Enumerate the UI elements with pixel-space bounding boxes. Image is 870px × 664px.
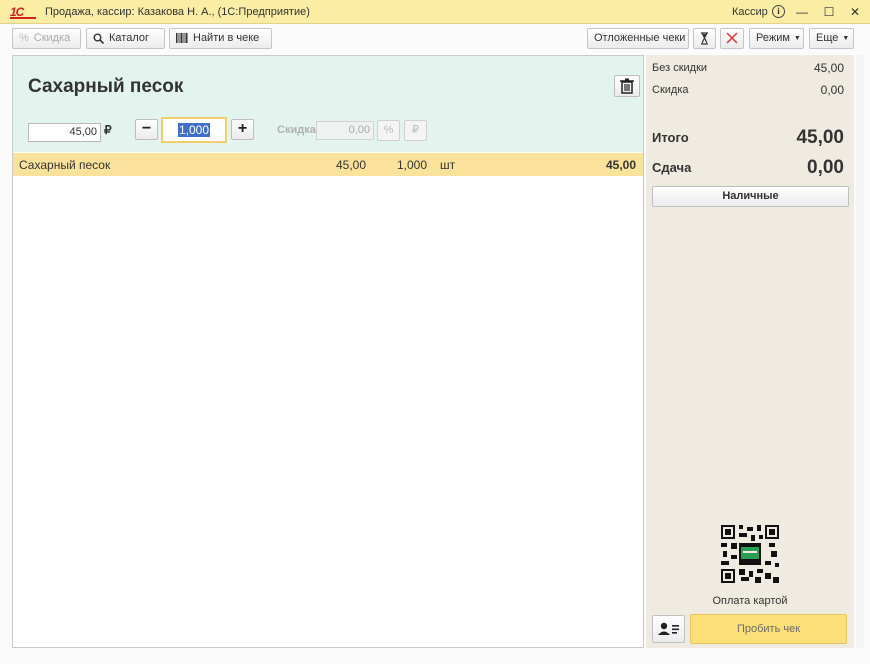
row-item-qty: 1,000 bbox=[397, 158, 428, 172]
mode-label: Режим bbox=[756, 32, 790, 44]
window-title: Продажа, кассир: Казакова Н. А., (1С:Пре… bbox=[45, 6, 310, 18]
print-receipt-button[interactable]: Пробить чек bbox=[690, 614, 847, 644]
total-value: 45,00 bbox=[796, 127, 844, 148]
app-logo: 1С bbox=[10, 5, 38, 19]
receipt-area: Сахарный песок 45,00 ₽ − 1,000 + Скидка … bbox=[12, 55, 644, 648]
customer-card-icon bbox=[653, 622, 684, 645]
chevron-down-icon: ▼ bbox=[842, 35, 850, 42]
price-input[interactable]: 45,00 bbox=[28, 123, 101, 142]
product-title: Сахарный песок bbox=[28, 76, 184, 97]
increase-quantity-button[interactable]: + bbox=[231, 119, 254, 140]
total-label: Итого bbox=[652, 130, 689, 145]
product-editor: Сахарный песок 45,00 ₽ − 1,000 + Скидка … bbox=[13, 56, 643, 152]
cancel-receipt-button[interactable] bbox=[720, 28, 744, 49]
catalog-button[interactable]: Каталог bbox=[86, 28, 165, 49]
change-value: 0,00 bbox=[807, 157, 844, 178]
user-role: Кассир bbox=[732, 6, 768, 18]
maximize-button[interactable]: ☐ bbox=[821, 4, 837, 20]
currency-icon: ₽ bbox=[104, 123, 112, 137]
chevron-down-icon: ▼ bbox=[793, 35, 801, 42]
amount-discount-button[interactable]: ₽ bbox=[404, 120, 427, 141]
qr-code-icon[interactable] bbox=[721, 525, 779, 583]
summary-panel: Без скидки 45,00 Скидка 0,00 Итого 45,00… bbox=[646, 55, 854, 648]
minimize-button[interactable]: — bbox=[794, 4, 810, 20]
more-label: Еще bbox=[816, 32, 839, 44]
summary-discount-value: 0,00 bbox=[820, 83, 844, 97]
row-item-price: 45,00 bbox=[336, 158, 367, 172]
more-menu-button[interactable]: Еще ▼ bbox=[809, 28, 854, 49]
find-in-receipt-label: Найти в чеке bbox=[193, 32, 260, 44]
info-icon[interactable]: i bbox=[772, 5, 785, 18]
summary-discount-label: Скидка bbox=[652, 84, 689, 96]
toolbar: % Скидка Каталог Найти в чеке Отложенные … bbox=[0, 24, 870, 54]
percent-discount-button[interactable]: % bbox=[377, 120, 400, 141]
customer-button[interactable] bbox=[652, 615, 685, 643]
hourglass-button[interactable] bbox=[693, 28, 716, 49]
close-icon bbox=[721, 32, 743, 51]
deferred-receipts-button[interactable]: Отложенные чеки bbox=[587, 28, 689, 49]
percent-icon: % bbox=[19, 32, 29, 44]
delete-item-button[interactable] bbox=[614, 75, 640, 97]
row-item-unit: шт bbox=[440, 158, 456, 172]
quantity-value: 1,000 bbox=[177, 123, 211, 137]
hourglass-icon bbox=[694, 32, 715, 51]
discount-button[interactable]: % Скидка bbox=[12, 28, 81, 49]
title-bar: 1С Продажа, кассир: Казакова Н. А., (1С:… bbox=[0, 0, 870, 24]
card-payment-label: Оплата картой bbox=[712, 595, 788, 607]
find-in-receipt-button[interactable]: Найти в чеке bbox=[169, 28, 272, 49]
change-label: Сдача bbox=[652, 160, 692, 175]
discount-button-label: Скидка bbox=[33, 32, 71, 44]
no-discount-value: 45,00 bbox=[813, 61, 844, 75]
quantity-input[interactable]: 1,000 bbox=[161, 117, 227, 143]
row-item-total: 45,00 bbox=[606, 158, 637, 172]
right-edge-scrollbar bbox=[856, 55, 864, 648]
discount-input[interactable]: 0,00 bbox=[316, 121, 374, 140]
trash-icon bbox=[615, 78, 639, 99]
close-window-button[interactable]: ✕ bbox=[847, 4, 863, 20]
row-item-name: Сахарный песок bbox=[19, 158, 111, 172]
decrease-quantity-button[interactable]: − bbox=[135, 119, 158, 140]
search-icon bbox=[93, 29, 105, 51]
mode-menu-button[interactable]: Режим ▼ bbox=[749, 28, 804, 49]
barcode-icon bbox=[176, 29, 188, 50]
no-discount-label: Без скидки bbox=[652, 62, 708, 74]
cash-payment-button[interactable]: Наличные bbox=[652, 186, 849, 207]
discount-label: Скидка bbox=[277, 124, 316, 136]
catalog-button-label: Каталог bbox=[109, 32, 149, 44]
table-row[interactable]: Сахарный песок 45,00 1,000 шт 45,00 bbox=[13, 153, 643, 176]
